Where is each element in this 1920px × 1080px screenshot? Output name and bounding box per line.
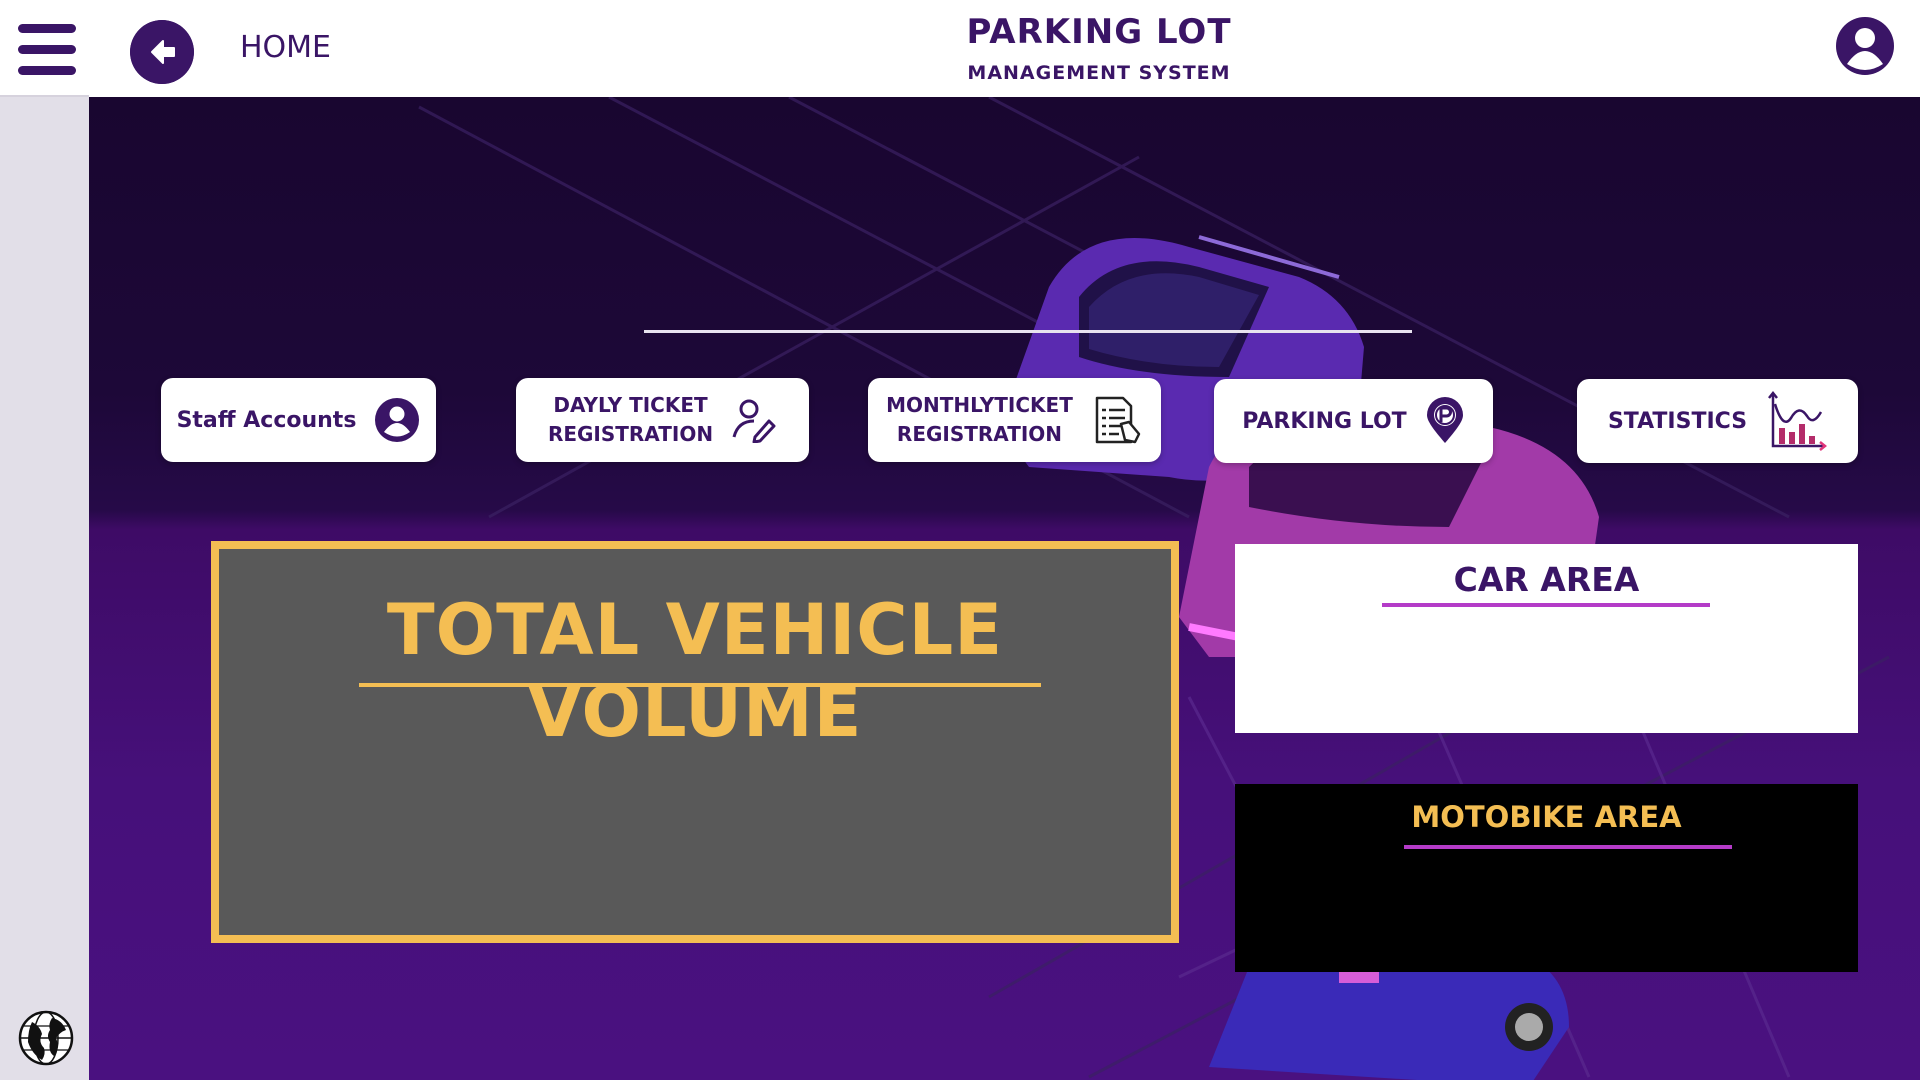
staff-accounts-button[interactable]: Staff Accounts <box>161 378 436 462</box>
hamburger-icon[interactable] <box>18 24 76 76</box>
staff-accounts-label: Staff Accounts <box>176 407 357 433</box>
chart-icon <box>1768 390 1828 451</box>
motobike-title-underline <box>1404 845 1732 849</box>
user-edit-icon <box>732 399 776 443</box>
total-vehicle-volume-title: TOTAL VEHICLE VOLUME <box>386 589 1004 753</box>
sidebar-header <box>0 0 89 97</box>
statistics-label: STATISTICS <box>1607 408 1748 434</box>
parking-lot-button[interactable]: PARKING LOT <box>1214 379 1493 463</box>
document-list-icon <box>1095 396 1141 444</box>
app-subtitle: MANAGEMENT SYSTEM <box>967 62 1231 84</box>
daily-ticket-label: DAYLY TICKET REGISTRATION <box>548 391 713 449</box>
daily-ticket-label-line1: DAYLY TICKET <box>553 393 708 417</box>
user-circle-icon <box>375 398 420 442</box>
globe-icon[interactable] <box>18 1010 74 1066</box>
car-area-title: CAR AREA <box>1453 560 1640 599</box>
top-header: HOME PARKING LOT MANAGEMENT SYSTEM <box>89 0 1920 97</box>
motobike-area-panel: MOTOBIKE AREA <box>1235 784 1858 972</box>
app-title: PARKING LOT <box>966 12 1232 52</box>
parking-pin-icon <box>1426 397 1463 443</box>
monthly-ticket-label: MONTHLYTICKET REGISTRATION <box>886 391 1073 449</box>
statistics-button[interactable]: STATISTICS <box>1577 379 1858 463</box>
hero-divider <box>644 330 1412 333</box>
home-link[interactable]: HOME <box>240 30 331 65</box>
monthly-ticket-registration-button[interactable]: MONTHLYTICKET REGISTRATION <box>868 378 1161 462</box>
total-title-underline <box>359 683 1041 687</box>
user-account-icon[interactable] <box>1834 15 1896 77</box>
daily-ticket-registration-button[interactable]: DAYLY TICKET REGISTRATION <box>516 378 809 462</box>
sidebar <box>0 0 89 1080</box>
parking-lot-label: PARKING LOT <box>1242 408 1407 434</box>
total-vehicle-volume-panel: TOTAL VEHICLE VOLUME <box>211 541 1179 943</box>
motobike-area-title: MOTOBIKE AREA <box>1411 800 1682 834</box>
daily-ticket-label-line2: REGISTRATION <box>547 422 714 446</box>
back-button[interactable] <box>130 20 194 84</box>
monthly-ticket-label-line1: MONTHLYTICKET <box>886 393 1073 417</box>
monthly-ticket-label-line2: REGISTRATION <box>896 422 1063 446</box>
car-title-underline <box>1382 603 1710 607</box>
main-content: Staff Accounts DAYLY TICKET REGISTRATION… <box>89 97 1920 1080</box>
car-area-panel: CAR AREA <box>1235 544 1858 733</box>
